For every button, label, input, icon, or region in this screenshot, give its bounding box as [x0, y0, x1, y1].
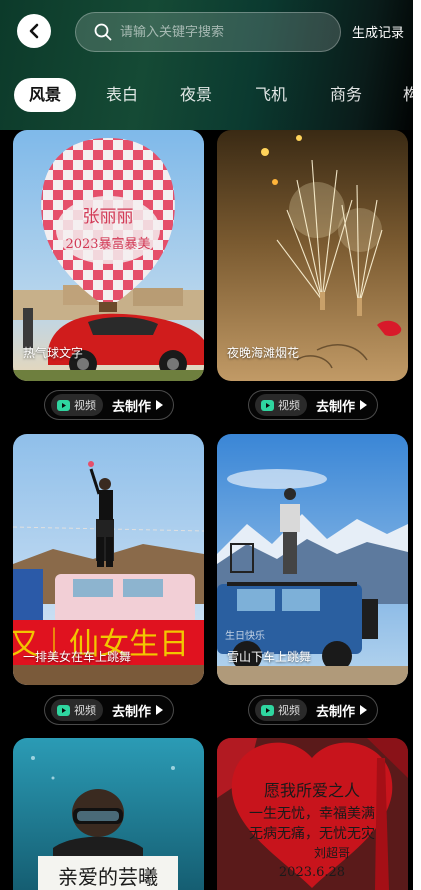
tab-airplane[interactable]: 飞机	[255, 78, 287, 112]
make-button[interactable]: 去制作	[112, 396, 164, 415]
tab-confession[interactable]: 表白	[106, 78, 138, 112]
search-bar[interactable]	[75, 12, 341, 52]
tab-partial[interactable]: 构	[403, 78, 413, 112]
make-button[interactable]: 去制作	[316, 701, 368, 720]
make-label: 去制作	[316, 704, 356, 720]
video-chip-label: 视频	[74, 704, 96, 717]
play-arrow-icon	[360, 400, 368, 410]
card-title: 雪山下车上跳舞	[227, 650, 312, 664]
history-link[interactable]: 生成记录	[352, 22, 404, 41]
tab-scenery[interactable]: 风景	[14, 78, 77, 112]
template-card-car-dance[interactable]: 又｜仙女生日 一排美女在车上跳舞	[13, 434, 204, 685]
make-label: 去制作	[112, 704, 152, 720]
video-icon	[57, 399, 70, 411]
card-title: 一排美女在车上跳舞	[23, 650, 132, 664]
template-card-balloon[interactable]: 张丽丽 2023暴富暴美 热气球文字	[13, 130, 204, 381]
video-chip: 视频	[255, 699, 307, 721]
search-icon	[94, 23, 112, 41]
balloon-wish-text: 2023暴富暴美	[65, 236, 150, 252]
card-actions-fireworks[interactable]: 视频 去制作	[248, 390, 378, 420]
snow-watermark-text: 生日快乐	[225, 629, 265, 642]
template-card-snow-mountain[interactable]: 生日快乐 雪山下车上跳舞	[217, 434, 408, 685]
heart-line-1: 愿我所爱之人	[264, 781, 360, 800]
play-arrow-icon	[156, 400, 164, 410]
video-chip-label: 视频	[278, 399, 300, 412]
search-input[interactable]	[120, 24, 330, 40]
card-actions-car-dance[interactable]: 视频 去制作	[44, 695, 174, 725]
right-edge	[413, 0, 421, 890]
heart-signature: 刘超哥	[314, 845, 350, 860]
play-arrow-icon	[156, 705, 164, 715]
heart-line-2: 一生无忧，幸福美满	[249, 806, 375, 822]
video-chip: 视频	[255, 394, 307, 416]
play-arrow-icon	[360, 705, 368, 715]
template-card-fireworks[interactable]: 夜晚海滩烟花	[217, 130, 408, 381]
card-actions-snow-mountain[interactable]: 视频 去制作	[248, 695, 378, 725]
video-icon	[261, 399, 274, 411]
balloon-name-text: 张丽丽	[83, 207, 134, 227]
video-icon	[261, 704, 274, 716]
video-icon	[57, 704, 70, 716]
template-card-underwater[interactable]: 亲爱的芸曦	[13, 738, 204, 890]
tab-night[interactable]: 夜景	[180, 78, 212, 112]
header: 生成记录	[0, 0, 413, 65]
heart-date: 2023.6.28	[279, 865, 345, 880]
make-label: 去制作	[316, 399, 356, 415]
tab-business[interactable]: 商务	[330, 78, 362, 112]
card-title: 热气球文字	[23, 346, 84, 360]
make-button[interactable]: 去制作	[316, 396, 368, 415]
video-chip: 视频	[51, 394, 103, 416]
video-chip: 视频	[51, 699, 103, 721]
make-label: 去制作	[112, 399, 152, 415]
video-chip-label: 视频	[74, 399, 96, 412]
make-button[interactable]: 去制作	[112, 701, 164, 720]
video-chip-label: 视频	[278, 704, 300, 717]
heart-line-3: 无病无痛，无忧无灾	[249, 825, 375, 842]
card-title: 夜晚海滩烟花	[227, 346, 300, 360]
underwater-image: 亲爱的芸曦	[13, 738, 204, 890]
red-heart-image: 愿我所爱之人 一生无忧，幸福美满 无病无痛，无忧无灾 刘超哥 2023.6.28	[217, 738, 408, 890]
underwater-text: 亲爱的芸曦	[58, 865, 158, 889]
back-button[interactable]	[17, 14, 51, 48]
category-tabs: 风景 表白 夜景 飞机 商务 构	[0, 78, 413, 112]
chevron-left-icon	[29, 23, 39, 39]
card-actions-balloon[interactable]: 视频 去制作	[44, 390, 174, 420]
template-card-red-heart[interactable]: 愿我所爱之人 一生无忧，幸福美满 无病无痛，无忧无灾 刘超哥 2023.6.28	[217, 738, 408, 890]
